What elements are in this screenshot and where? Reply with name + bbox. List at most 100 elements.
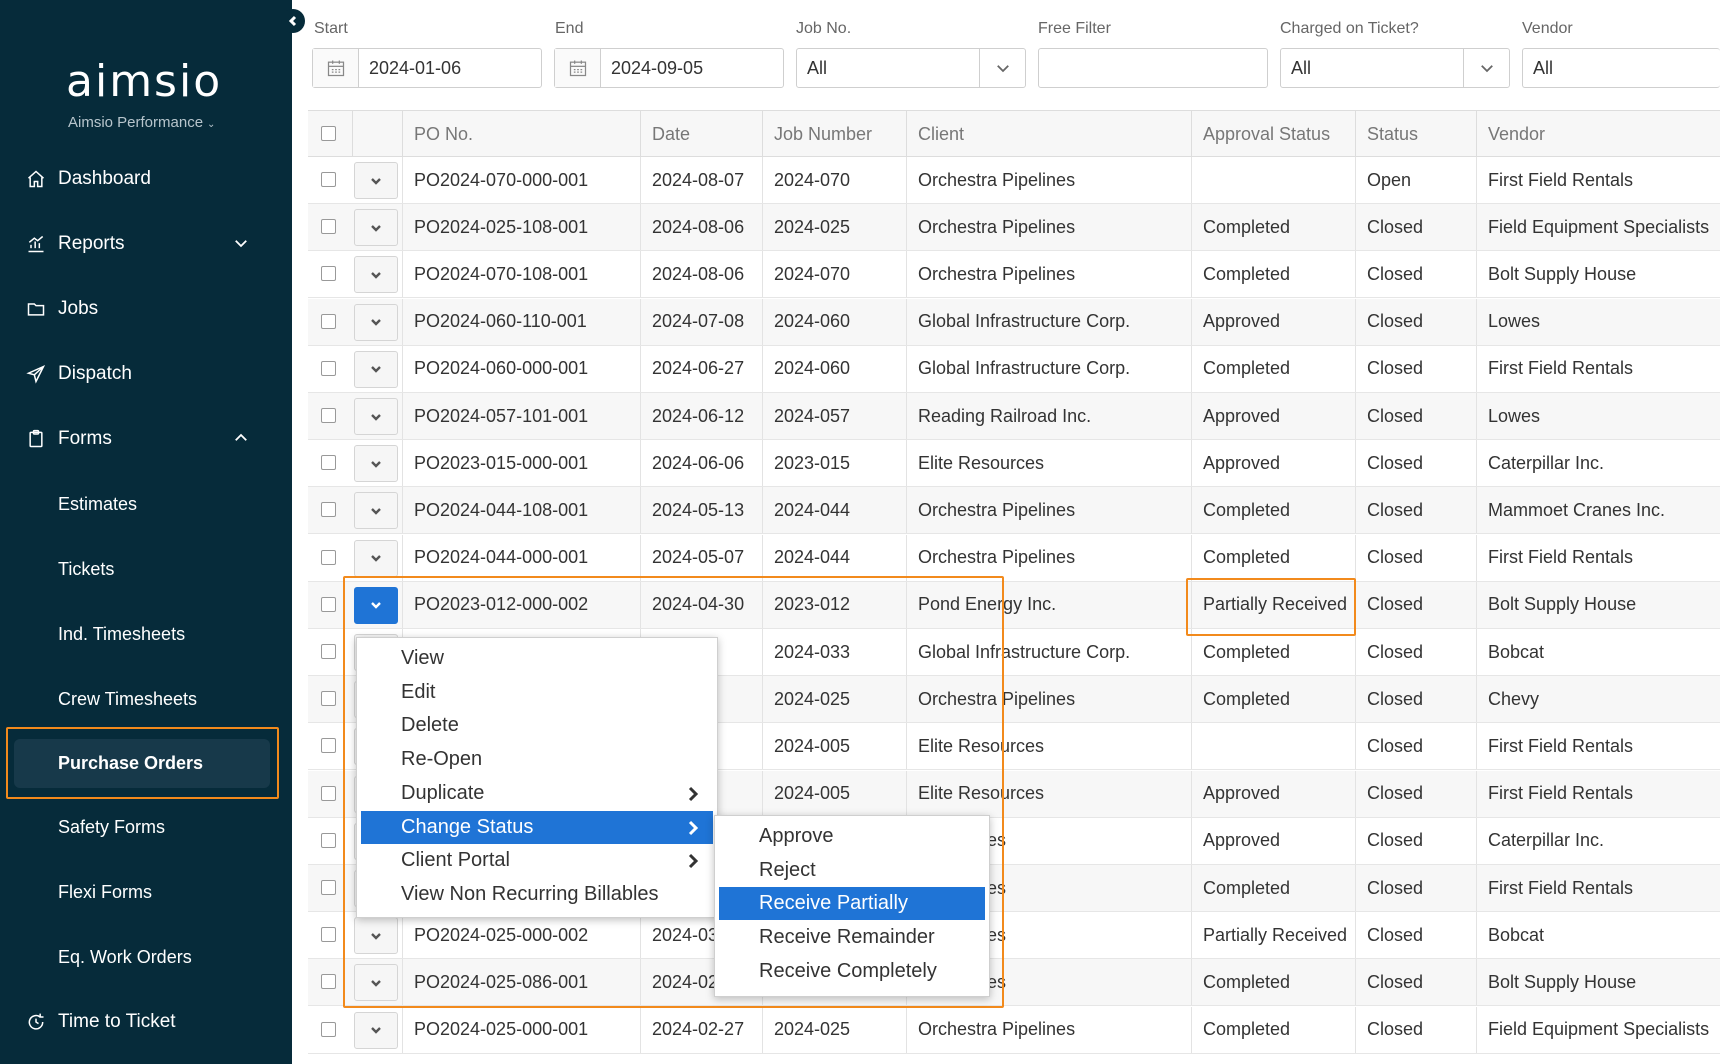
submenu-item-receive-remainder[interactable]: Receive Remainder xyxy=(719,921,985,954)
vendor-select[interactable]: All xyxy=(1522,48,1720,88)
menu-item-view[interactable]: View xyxy=(361,642,713,675)
row-checkbox[interactable] xyxy=(321,266,336,282)
nav-dashboard[interactable]: Dashboard xyxy=(0,157,292,201)
row-actions-button[interactable] xyxy=(354,539,398,577)
nav-ind-timesheets[interactable]: Ind. Timesheets xyxy=(0,612,292,656)
row-actions-button[interactable] xyxy=(354,350,398,388)
header-approval-status[interactable]: Approval Status xyxy=(1191,111,1355,157)
row-checkbox[interactable] xyxy=(321,596,336,612)
menu-item-delete[interactable]: Delete xyxy=(361,709,713,742)
folder-icon xyxy=(24,297,48,321)
submenu-item-receive-partially[interactable]: Receive Partially xyxy=(719,887,985,920)
nav-safety-forms[interactable]: Safety Forms xyxy=(0,805,292,849)
charged-on-ticket-select[interactable]: All xyxy=(1280,48,1510,88)
row-checkbox[interactable] xyxy=(321,785,336,801)
nav-purchase-orders[interactable]: Purchase Orders xyxy=(14,739,270,788)
row-checkbox[interactable] xyxy=(321,219,336,235)
row-actions-button[interactable] xyxy=(354,1011,398,1049)
table-row[interactable]: PO2023-012-000-002 2024-04-30 2023-012 Pond… xyxy=(308,581,1720,629)
row-checkbox[interactable] xyxy=(321,360,336,376)
nav-jobs[interactable]: Jobs xyxy=(0,287,292,331)
row-checkbox[interactable] xyxy=(321,644,336,659)
row-checkbox[interactable] xyxy=(321,1021,336,1037)
row-checkbox[interactable] xyxy=(321,691,336,707)
nav-reports[interactable]: Reports xyxy=(0,222,292,266)
table-row[interactable]: PO2024-044-108-001 2024-05-13 2024-044 Orch… xyxy=(308,487,1720,535)
row-actions-button[interactable] xyxy=(354,256,398,294)
header-job-number[interactable]: Job Number xyxy=(762,111,906,157)
row-checkbox[interactable] xyxy=(321,927,336,943)
row-checkbox[interactable] xyxy=(321,738,336,754)
table-row[interactable]: PO2024-070-108-001 2024-08-06 2024-070 Orch… xyxy=(308,251,1720,299)
row-checkbox[interactable] xyxy=(321,455,336,471)
nav-estimates[interactable]: Estimates xyxy=(0,482,292,526)
row-checkbox[interactable] xyxy=(321,408,336,423)
header-vendor[interactable]: Vendor xyxy=(1476,111,1720,157)
select-all-checkbox[interactable] xyxy=(321,126,336,141)
nav-forms[interactable]: Forms xyxy=(0,417,292,461)
row-actions-button[interactable] xyxy=(354,209,398,247)
header-client[interactable]: Client xyxy=(906,111,1191,157)
nav-dispatch[interactable]: Dispatch xyxy=(0,352,292,396)
row-actions-button[interactable] xyxy=(354,917,398,955)
nav-eq-work-orders[interactable]: Eq. Work Orders xyxy=(0,935,292,979)
chevron-down-icon[interactable] xyxy=(1463,49,1509,87)
cell-po-no: PO2024-025-000-002 xyxy=(402,912,640,959)
nav-crew-timesheets[interactable]: Crew Timesheets xyxy=(0,677,292,721)
table-row[interactable]: PO2024-057-101-001 2024-06-12 2024-057 Read… xyxy=(308,393,1720,440)
menu-item-duplicate[interactable]: Duplicate xyxy=(361,777,713,810)
menu-item-change-status[interactable]: Change Status xyxy=(361,811,713,844)
header-status[interactable]: Status xyxy=(1355,111,1476,157)
table-row[interactable]: PO2024-025-108-001 2024-08-06 2024-025 Orch… xyxy=(308,204,1720,252)
row-checkbox[interactable] xyxy=(321,974,336,990)
nav-flexi-forms[interactable]: Flexi Forms xyxy=(0,870,292,914)
submenu-item-approve[interactable]: Approve xyxy=(719,820,985,853)
table-row[interactable]: PO2023-015-000-001 2024-06-06 2023-015 Elit… xyxy=(308,440,1720,488)
nav-time-to-ticket[interactable]: Time to Ticket xyxy=(0,1000,292,1044)
cell-status: Closed xyxy=(1355,581,1476,628)
cell-vendor: Bobcat xyxy=(1476,912,1720,959)
row-checkbox[interactable] xyxy=(321,172,336,187)
calendar-icon[interactable] xyxy=(555,49,601,87)
start-date-field[interactable]: 2024-01-06 xyxy=(312,48,542,88)
end-date-field[interactable]: 2024-09-05 xyxy=(554,48,784,88)
table-row[interactable]: PO2024-025-000-001 2024-02-27 2024-025 Orch… xyxy=(308,1006,1720,1054)
menu-item-edit[interactable]: Edit xyxy=(361,676,713,709)
table-row[interactable]: PO2024-070-000-001 2024-08-07 2024-070 Orch… xyxy=(308,157,1720,204)
header-po-no[interactable]: PO No. xyxy=(402,111,640,157)
chevron-up-icon[interactable] xyxy=(232,429,252,449)
submenu-item-receive-completely[interactable]: Receive Completely xyxy=(719,955,985,988)
row-checkbox[interactable] xyxy=(321,880,336,895)
row-actions-button[interactable] xyxy=(354,492,398,530)
table-row[interactable]: PO2024-044-000-001 2024-05-07 2024-044 Orch… xyxy=(308,534,1720,582)
table-row[interactable]: PO2024-025-000-0022024-03a PipelinesPart… xyxy=(308,912,1720,960)
row-checkbox[interactable] xyxy=(321,832,336,848)
cell-status: Closed xyxy=(1355,629,1476,675)
row-checkbox[interactable] xyxy=(321,502,336,518)
submenu-item-reject[interactable]: Reject xyxy=(719,854,985,887)
nav-tickets[interactable]: Tickets xyxy=(0,547,292,591)
sidebar-collapse-button[interactable] xyxy=(281,9,305,33)
table-row[interactable]: PO2024-025-086-0012024-02a PipelinesComp… xyxy=(308,959,1720,1007)
free-filter-input[interactable] xyxy=(1038,48,1268,88)
menu-item-view-non-recurring-billables[interactable]: View Non Recurring Billables xyxy=(361,878,713,911)
row-checkbox[interactable] xyxy=(321,313,336,329)
row-checkbox[interactable] xyxy=(321,549,336,565)
row-actions-button[interactable] xyxy=(354,303,398,341)
menu-item-re-open[interactable]: Re-Open xyxy=(361,743,713,776)
row-actions-button[interactable] xyxy=(354,162,398,199)
table-row[interactable]: PO2024-060-000-001 2024-06-27 2024-060 Glob… xyxy=(308,345,1720,393)
row-actions-button[interactable] xyxy=(354,398,398,435)
row-actions-button[interactable] xyxy=(354,445,398,483)
row-actions-button[interactable] xyxy=(354,964,398,1002)
chevron-down-icon[interactable] xyxy=(232,234,252,254)
chevron-down-icon[interactable] xyxy=(979,49,1025,87)
calendar-icon[interactable] xyxy=(313,49,359,87)
menu-item-client-portal[interactable]: Client Portal xyxy=(361,844,713,877)
header-date[interactable]: Date xyxy=(640,111,762,157)
workspace-selector[interactable]: Aimsio Performance ⌄ xyxy=(68,114,215,131)
table-row[interactable]: PO2024-060-110-001 2024-07-08 2024-060 Glob… xyxy=(308,298,1720,346)
row-actions-button[interactable] xyxy=(354,586,398,624)
cell-approval-status: Approved xyxy=(1191,298,1355,345)
job-no-select[interactable]: All xyxy=(796,48,1026,88)
